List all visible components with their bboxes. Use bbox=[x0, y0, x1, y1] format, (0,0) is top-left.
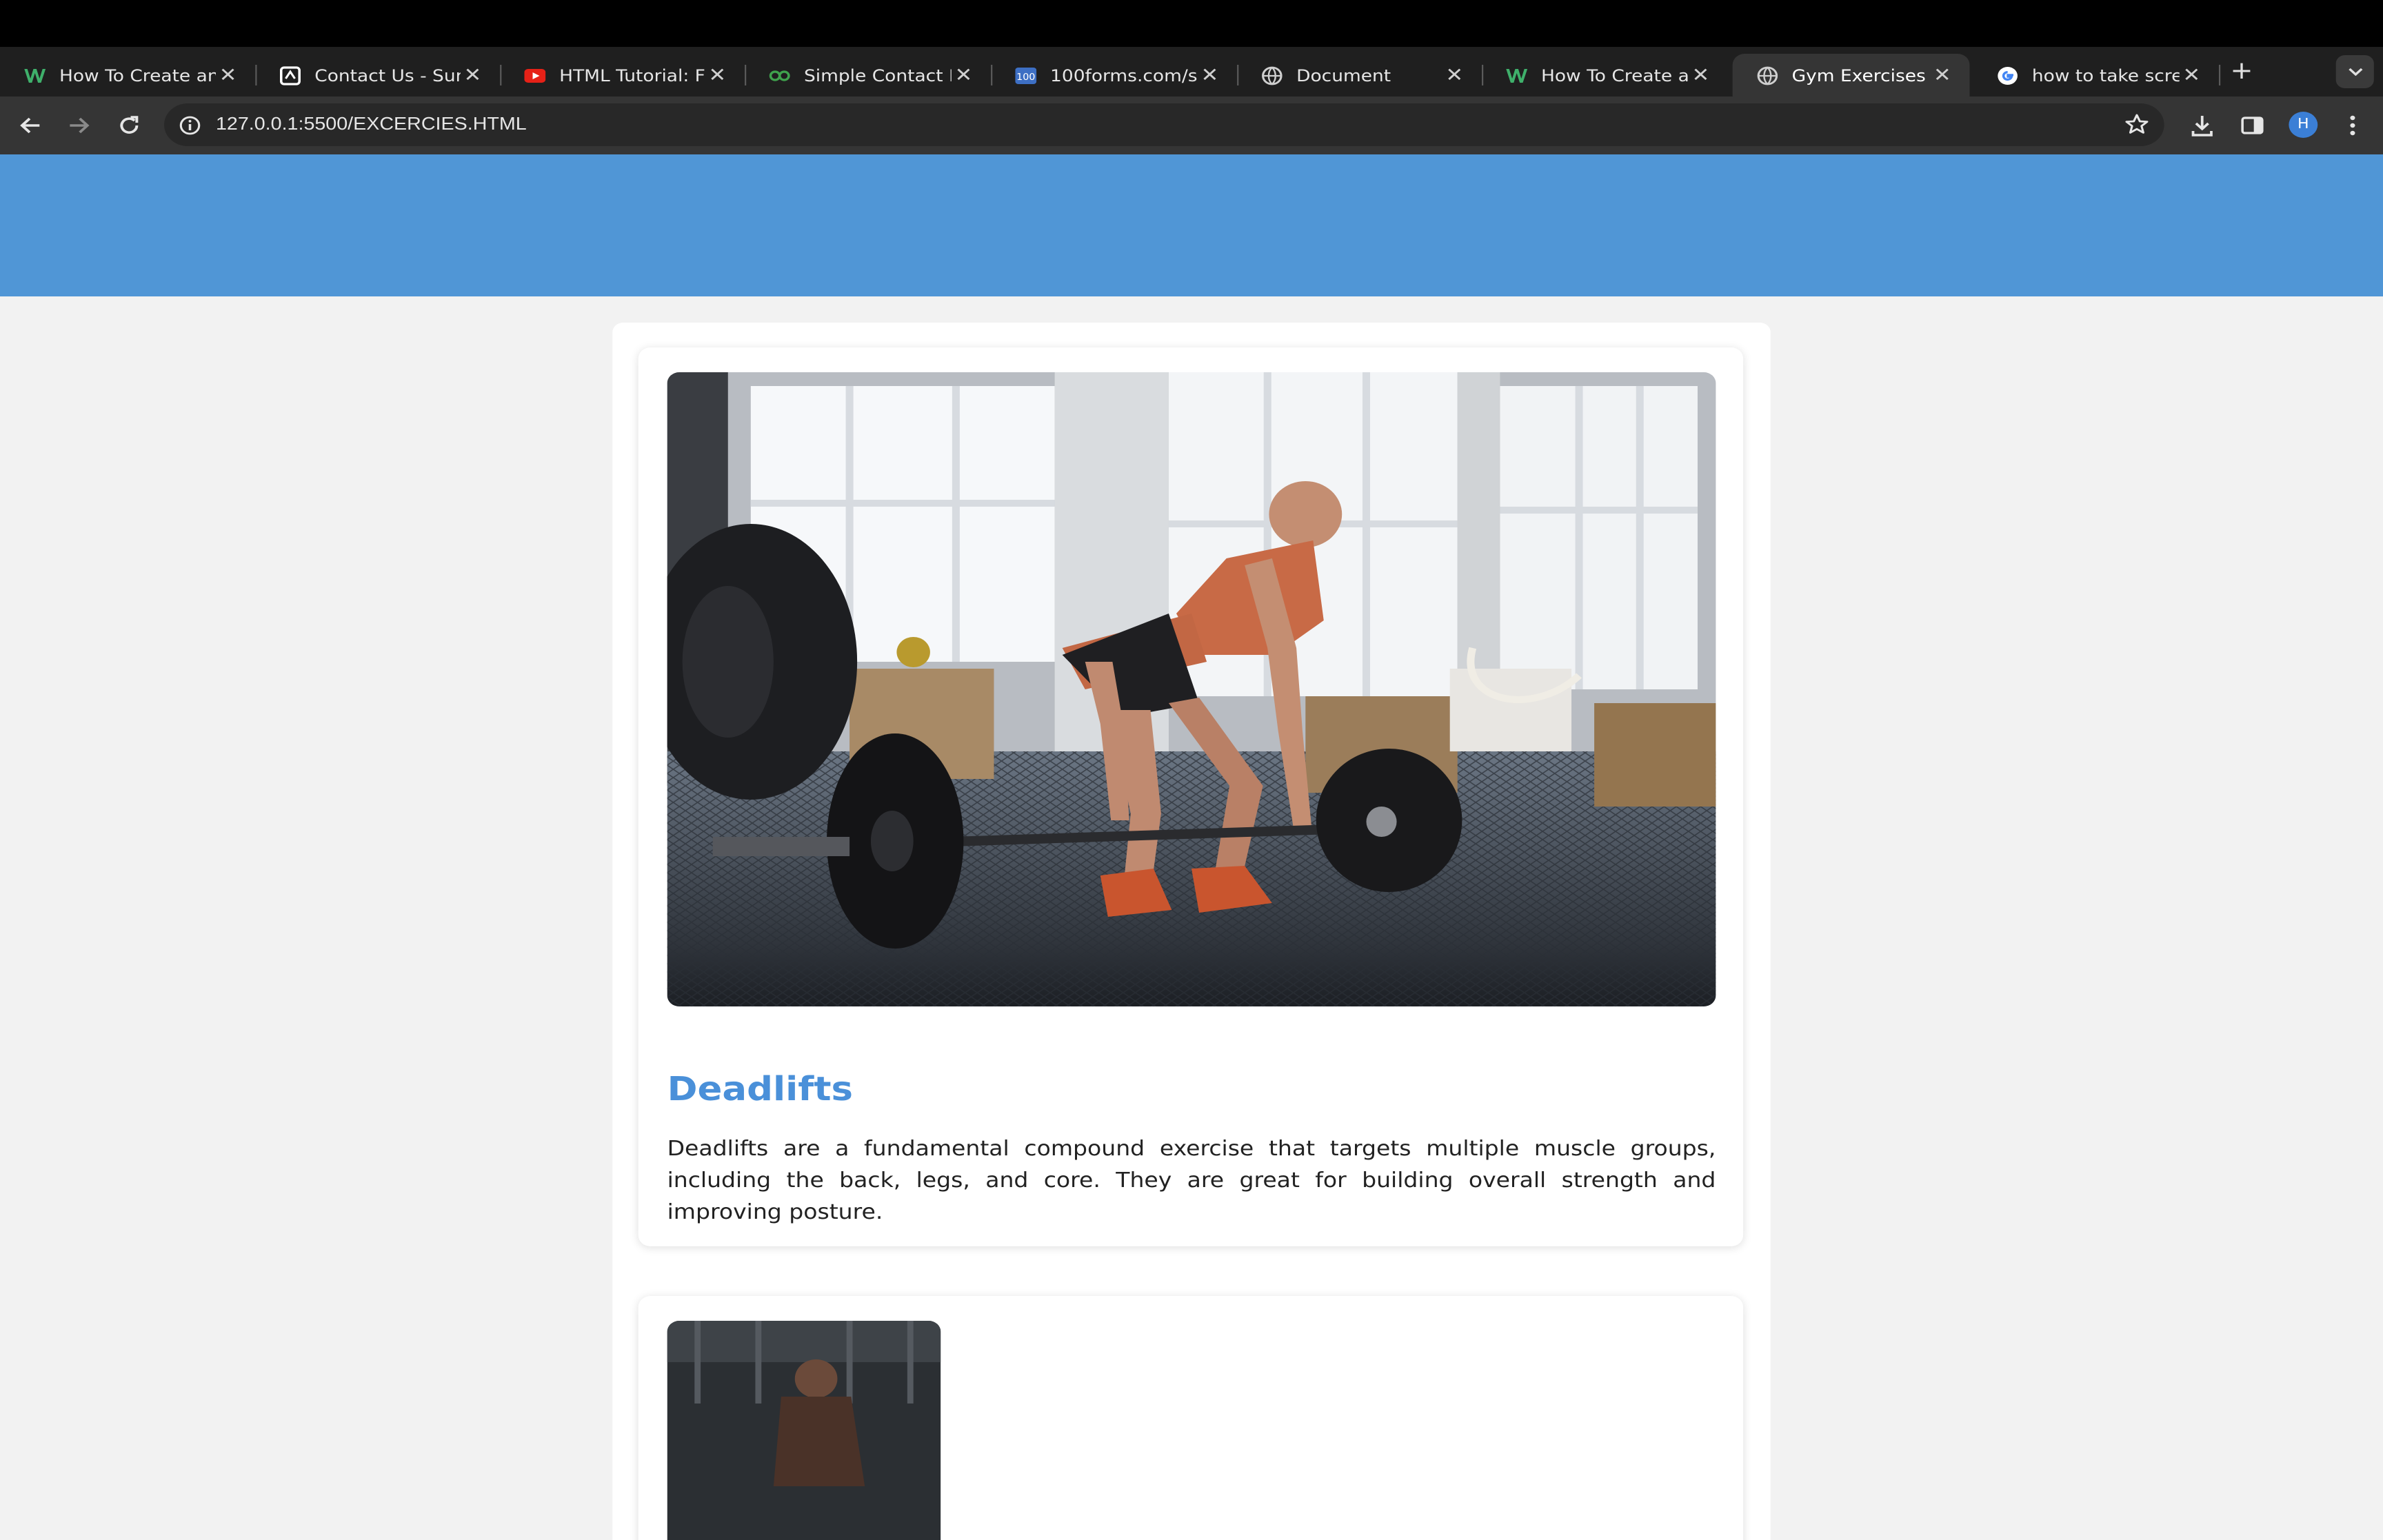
close-icon[interactable]: ✕ bbox=[952, 64, 976, 86]
close-icon[interactable]: ✕ bbox=[705, 64, 730, 86]
browser-toolbar: 127.0.0.1:5500/EXCERCIES.HTML H bbox=[0, 97, 2383, 154]
chevron-down-icon bbox=[2347, 62, 2362, 80]
side-panel-icon bbox=[2241, 116, 2264, 134]
close-icon[interactable]: ✕ bbox=[216, 64, 240, 86]
tab-title: HTML Tutorial: Form bbox=[559, 65, 705, 85]
info-icon[interactable] bbox=[179, 114, 201, 135]
new-tab-button[interactable]: + bbox=[2225, 57, 2258, 85]
close-icon[interactable]: ✕ bbox=[1689, 64, 1713, 86]
tab-search-button[interactable] bbox=[2335, 55, 2374, 88]
tab-title: Document bbox=[1296, 65, 1391, 85]
forward-button[interactable] bbox=[61, 109, 97, 142]
side-panel-button[interactable] bbox=[2237, 112, 2267, 139]
tab-separator bbox=[2218, 65, 2221, 85]
url-text[interactable]: 127.0.0.1:5500/EXCERCIES.HTML bbox=[216, 113, 527, 134]
address-bar[interactable]: 127.0.0.1:5500/EXCERCIES.HTML bbox=[164, 103, 2164, 146]
more-vertical-icon bbox=[2350, 115, 2355, 136]
tab-title: 100forms.com/sou bbox=[1050, 65, 1198, 85]
arrow-right-icon bbox=[70, 117, 90, 134]
w-favicon-icon bbox=[1506, 65, 1528, 85]
tab-title: How To Create an A bbox=[1540, 65, 1689, 85]
youtube-favicon-icon bbox=[524, 65, 546, 85]
tab-how-to-create-2[interactable]: How To Create an A ✕ bbox=[1482, 54, 1728, 97]
tab-title: Contact Us - Surat bbox=[314, 65, 461, 85]
globe-favicon-icon bbox=[1261, 65, 1283, 85]
svg-text:100: 100 bbox=[1016, 72, 1035, 82]
back-button[interactable] bbox=[12, 109, 49, 142]
tab-contact-us[interactable]: Contact Us - Surat ✕ bbox=[255, 54, 502, 97]
tab-simple-contact-form[interactable]: Simple Contact Form ✕ bbox=[745, 54, 993, 97]
tab-html-tutorial[interactable]: HTML Tutorial: Form ✕ bbox=[500, 54, 747, 97]
exercise-card-2 bbox=[638, 1296, 1744, 1540]
tab-title: how to take screen bbox=[2031, 65, 2180, 85]
profile-avatar[interactable]: H bbox=[2289, 112, 2318, 138]
header-banner bbox=[0, 154, 2383, 296]
100-favicon-icon: 100 bbox=[1015, 65, 1037, 85]
download-icon bbox=[2191, 116, 2213, 136]
tab-title: Simple Contact Form bbox=[803, 65, 952, 85]
tab-how-to-take-screenshot[interactable]: how to take screen ✕ bbox=[1973, 54, 2221, 97]
bookmark-star-icon[interactable] bbox=[2124, 113, 2149, 135]
exercise-photo bbox=[667, 1321, 941, 1540]
reload-icon bbox=[120, 116, 139, 134]
page-viewport: Deadlifts Deadlifts are a fundamental co… bbox=[0, 154, 2383, 1540]
google-favicon-icon bbox=[1997, 65, 2018, 85]
os-top-bar bbox=[0, 0, 2383, 47]
tab-100forms[interactable]: 100 100forms.com/sou ✕ bbox=[991, 54, 1239, 97]
tab-how-to-create-1[interactable]: How To Create an E ✕ bbox=[0, 54, 257, 97]
globe-favicon-icon bbox=[1757, 65, 1778, 85]
exercise-card-deadlifts: Deadlifts Deadlifts are a fundamental co… bbox=[638, 347, 1744, 1246]
tab-strip: How To Create an E ✕ Contact Us - Surat … bbox=[0, 47, 2383, 97]
close-icon[interactable]: ✕ bbox=[1442, 64, 1467, 86]
tab-title: How To Create an E bbox=[59, 65, 216, 85]
exercise-description: Deadlifts are a fundamental compound exe… bbox=[667, 1136, 1716, 1224]
close-icon[interactable]: ✕ bbox=[2180, 64, 2204, 86]
reload-button[interactable] bbox=[111, 109, 148, 142]
arrow-left-icon bbox=[20, 117, 40, 134]
w-favicon-icon bbox=[24, 65, 46, 85]
exercise-title: Deadlifts bbox=[667, 1070, 854, 1108]
tab-title: Gym Exercises bbox=[1791, 65, 1926, 85]
close-icon[interactable]: ✕ bbox=[461, 64, 485, 86]
tab-gym-exercises[interactable]: Gym Exercises ✕ bbox=[1732, 54, 1970, 97]
link-favicon-icon bbox=[769, 65, 790, 85]
close-icon[interactable]: ✕ bbox=[1930, 64, 1954, 86]
deadlift-photo bbox=[667, 372, 1716, 1006]
downloads-button[interactable] bbox=[2187, 112, 2218, 139]
contact-favicon-icon bbox=[279, 65, 301, 85]
close-icon[interactable]: ✕ bbox=[1198, 64, 1222, 86]
tab-document[interactable]: Document ✕ bbox=[1237, 54, 1484, 97]
browser-menu-button[interactable] bbox=[2337, 112, 2368, 139]
